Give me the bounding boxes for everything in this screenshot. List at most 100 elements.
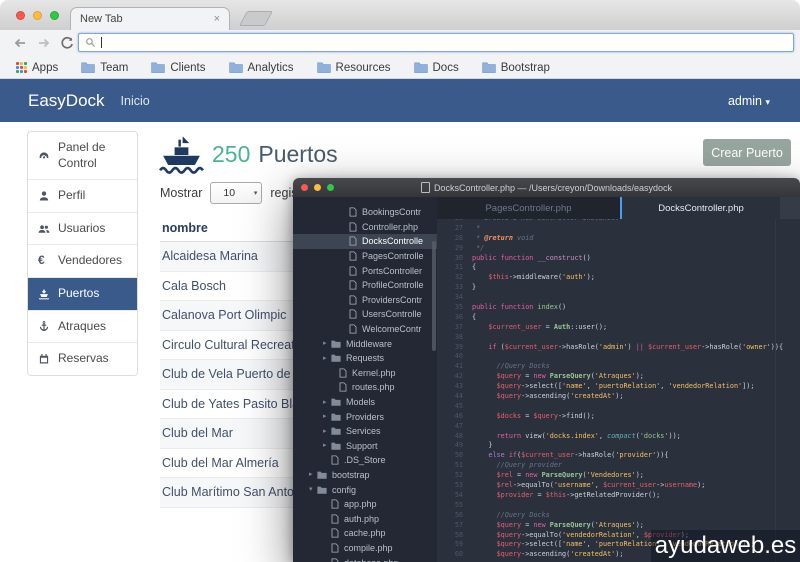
tree-scrollbar[interactable] [432, 241, 436, 351]
tree-item-label: PortsController [362, 266, 422, 276]
user-menu[interactable]: admin ▾ [728, 94, 770, 108]
tree-item-label: Requests [346, 353, 384, 363]
bookmark-label: Docs [433, 62, 459, 74]
tree-file-welcomecontr[interactable]: WelcomeContr [293, 322, 437, 337]
sidebar-item-vendedores[interactable]: €Vendedores [28, 245, 137, 278]
bookmark-docs[interactable]: Docs [414, 62, 459, 74]
bookmark-analytics[interactable]: Analytics [229, 62, 294, 74]
tree-file-cache-php[interactable]: cache.php [293, 526, 437, 541]
bookmark-label: Bootstrap [501, 62, 550, 74]
tree-folder-config[interactable]: ▾ config [293, 482, 437, 497]
tree-folder-bootstrap[interactable]: ▸bootstrap [293, 468, 437, 483]
line-number: 28 [437, 234, 472, 244]
sidebar-item-puertos[interactable]: Puertos [28, 278, 137, 311]
bookmark-team[interactable]: Team [81, 62, 128, 74]
chevron-right-icon[interactable]: ▸ [323, 442, 331, 449]
nav-item-inicio[interactable]: Inicio [121, 94, 150, 108]
editor-tab-dockscontroller-php[interactable]: DocksController.php [620, 197, 780, 219]
tab-close-icon[interactable]: × [214, 14, 220, 25]
editor-tabbar: PagesController.phpDocksController.php [437, 197, 800, 219]
zoom-window-button[interactable] [327, 184, 334, 191]
tree-file-userscontrolle[interactable]: UsersControlle [293, 307, 437, 322]
close-window-button[interactable] [301, 184, 308, 191]
code-line: 38 [437, 333, 800, 343]
chevron-right-icon[interactable]: ▸ [323, 413, 331, 420]
bookmark-resources[interactable]: Resources [317, 62, 391, 74]
minimize-window-button[interactable] [314, 184, 321, 191]
code-line: 30public function __construct() [437, 254, 800, 264]
bookmark-label: Team [100, 62, 128, 74]
page-length-select[interactable]: 10 ▾ [210, 182, 262, 204]
zoom-window-button[interactable] [50, 11, 59, 20]
bookmark-apps[interactable]: Apps [16, 62, 58, 74]
folder-icon [414, 62, 428, 73]
file-icon [331, 528, 339, 538]
chevron-right-icon[interactable]: ▸ [323, 340, 331, 347]
line-number: 56 [437, 511, 472, 521]
sidebar-item-panel-de-control[interactable]: Panel de Control [28, 132, 137, 180]
address-bar[interactable] [78, 33, 794, 52]
browser-tab-title: New Tab [80, 13, 123, 25]
tree-folder-models[interactable]: ▸Models [293, 395, 437, 410]
line-number: 52 [437, 471, 472, 481]
folder-icon [151, 62, 165, 73]
tree-item-label: config [332, 485, 356, 495]
line-number: 44 [437, 392, 472, 402]
code-line: 31{ [437, 263, 800, 273]
brand-easydock[interactable]: EasyDock [28, 91, 105, 111]
tree-folder-support[interactable]: ▸Support [293, 439, 437, 454]
tree-file-controller-php[interactable]: Controller.php [293, 220, 437, 235]
chevron-right-icon[interactable]: ▸ [323, 399, 331, 406]
tree-item-label: Services [346, 426, 381, 436]
tree-file-bookingscontr[interactable]: BookingsContr [293, 205, 437, 220]
sidebar-item-perfil[interactable]: Perfil [28, 180, 137, 213]
tree-file-profilecontrolle[interactable]: ProfileControlle [293, 278, 437, 293]
line-number: 27 [437, 224, 472, 234]
tree-file-compile-php[interactable]: compile.php [293, 541, 437, 556]
folder-icon [317, 486, 327, 494]
tree-file-portscontroller[interactable]: PortsController [293, 263, 437, 278]
chevron-right-icon[interactable]: ▸ [323, 428, 331, 435]
line-number: 53 [437, 481, 472, 491]
sidebar-nav: Panel de ControlPerfilUsuarios€Vendedore… [27, 131, 138, 376]
minimize-window-button[interactable] [33, 11, 42, 20]
editor-tab-pagescontroller-php[interactable]: PagesController.php [437, 197, 620, 219]
tree-folder-providers[interactable]: ▸Providers [293, 409, 437, 424]
tree-file-kernel-php[interactable]: Kernel.php [293, 366, 437, 381]
file-icon [331, 499, 339, 509]
sidebar-item-usuarios[interactable]: Usuarios [28, 213, 137, 246]
code-line: 56 //Query Docks [437, 511, 800, 521]
close-window-button[interactable] [16, 11, 25, 20]
tree-file-ds-store[interactable]: .DS_Store [293, 453, 437, 468]
bookmark-clients[interactable]: Clients [151, 62, 205, 74]
chevron-right-icon[interactable]: ▸ [309, 471, 317, 478]
tree-folder-services[interactable]: ▸ Services [293, 424, 437, 439]
code-line: 46 $docks = $query->find(); [437, 412, 800, 422]
sidebar-item-reservas[interactable]: Reservas [28, 343, 137, 375]
tree-file-providerscontr[interactable]: ProvidersContr [293, 293, 437, 308]
port-name: Cala Bosch [162, 279, 226, 293]
back-icon[interactable] [12, 35, 28, 51]
create-port-button[interactable]: Crear Puerto [703, 139, 791, 166]
sidebar-item-atraques[interactable]: Atraques [28, 311, 137, 344]
editor-titlebar[interactable]: DocksController.php — /Users/creyon/Down… [293, 178, 800, 197]
tree-file-app-php[interactable]: app.php [293, 497, 437, 512]
code-line: 34 [437, 293, 800, 303]
tree-file-database-php[interactable]: database.php [293, 555, 437, 562]
tree-file-pagescontrolle[interactable]: PagesControlle [293, 249, 437, 264]
tree-file-auth-php[interactable]: auth.php [293, 511, 437, 526]
new-tab-button[interactable] [239, 11, 273, 26]
tree-file-dockscontrolle[interactable]: DocksControlle [293, 234, 437, 249]
tree-file-routes-php[interactable]: routes.php [293, 380, 437, 395]
chevron-right-icon[interactable]: ▸ [323, 355, 331, 362]
tree-item-label: WelcomeContr [362, 324, 421, 334]
forward-icon[interactable] [36, 35, 52, 51]
code-line: 47 [437, 422, 800, 432]
tree-folder-requests[interactable]: ▸ Requests [293, 351, 437, 366]
reload-icon[interactable] [59, 35, 75, 51]
browser-tab[interactable]: New Tab × [70, 7, 230, 30]
tree-folder-middleware[interactable]: ▸Middleware [293, 336, 437, 351]
bookmark-bootstrap[interactable]: Bootstrap [482, 62, 550, 74]
chevron-down-icon[interactable]: ▾ [309, 486, 317, 493]
watermark: ayudaweb.es [651, 530, 800, 562]
